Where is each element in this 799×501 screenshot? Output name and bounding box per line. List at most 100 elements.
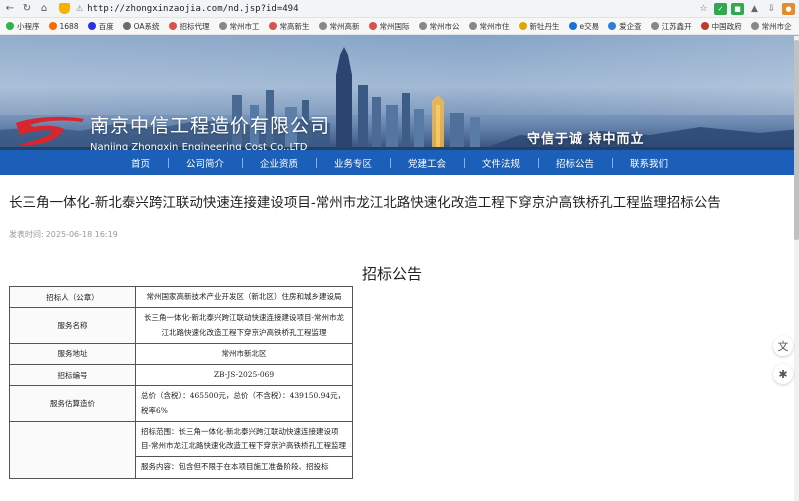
company-logo [16, 116, 84, 146]
bookmark-item[interactable]: 招标代理 [168, 21, 210, 32]
bookmark-item[interactable]: 常州市工 [218, 21, 260, 32]
nav-item[interactable]: 文件法规 [464, 156, 538, 170]
back-icon[interactable]: ← [3, 2, 17, 16]
bookmark-favicon-icon [608, 22, 617, 30]
bookmark-label: e交易 [579, 21, 600, 31]
table-row: 招标范围：长三角一体化-新北泰兴跨江联动快速连接建设项目-常州市龙江北路快速化改… [9, 420, 353, 479]
table-value-cell: 服务内容：包含但不限于在本项目施工准备阶段、招投标 [135, 456, 353, 479]
tender-info-table: 招标人（公章） 常州国家高新技术产业开发区（新北区）住房和城乡建设局 服务名称 长三角… [9, 285, 353, 479]
bookmark-favicon-icon [568, 22, 577, 30]
star-icon[interactable]: ☆ [697, 3, 710, 15]
bookmark-label: 新牡丹生 [529, 21, 560, 31]
bookmark-label: 爱企查 [619, 21, 642, 31]
bookmark-item[interactable]: 1688 [48, 21, 79, 31]
bookmark-label: 常州市工 [229, 21, 260, 31]
bookmark-favicon-icon [6, 22, 14, 30]
bookmark-favicon-icon [48, 22, 57, 30]
table-label-cell: 服务名称 [9, 307, 136, 344]
bookmark-item[interactable]: 常州国际 [368, 21, 410, 32]
table-row: 服务名称 长三角一体化-新北泰兴跨江联动快速连接建设项目-常州市龙江北路快速化改造… [9, 307, 353, 344]
side-tools: 文 ✱ [770, 336, 796, 392]
nav-item[interactable]: 企业资质 [241, 156, 316, 170]
bookmark-label: 常州市公 [429, 21, 460, 31]
bookmark-favicon-icon [168, 22, 177, 30]
nav-item[interactable]: 联系我们 [612, 156, 686, 170]
table-row: 招标编号 ZB-JS-2025-069 [9, 363, 353, 387]
bookmark-favicon-icon [368, 22, 377, 30]
table-label-cell: 服务估算造价 [9, 385, 136, 422]
bookmark-item[interactable]: 常州市住 [468, 21, 510, 32]
bookmark-item[interactable]: 小程序 [6, 21, 40, 32]
bookmark-label: OA系统 [133, 21, 160, 31]
bookmark-item[interactable]: 爱企查 [608, 21, 642, 32]
notice-heading: 招标公告 [362, 265, 423, 283]
table-row: 服务地址 常州市新北区 [9, 342, 353, 366]
table-value-cell: 招标范围：长三角一体化-新北泰兴跨江联动快速连接建设项目-常州市龙江北路快速化改… [135, 420, 353, 458]
table-value-cell: 长三角一体化-新北泰兴跨江联动快速连接建设项目-常州市龙江北路快速化改造工程下穿… [135, 307, 353, 344]
bookmark-item[interactable]: 常州市企 [750, 21, 792, 32]
info-icon[interactable]: ⚠ [76, 4, 83, 13]
bookmark-item[interactable]: OA系统 [122, 21, 160, 32]
bookmark-favicon-icon [87, 22, 96, 30]
bookmark-label: 常高新生 [279, 21, 310, 31]
nav-item[interactable]: 公司简介 [167, 156, 242, 170]
bookmark-label: 常州国际 [379, 21, 410, 31]
bookmark-favicon-icon [418, 22, 427, 30]
bookmark-label: 小程序 [17, 21, 40, 31]
nav-item[interactable]: 业务专区 [315, 156, 390, 170]
company-name-en: Nanjing Zhongxin Engineering Cost Co.,LT… [90, 142, 308, 150]
extension-square-icon[interactable]: ■ [731, 2, 744, 15]
bookmark-item[interactable]: 常州高新 [318, 21, 360, 32]
translate-icon[interactable]: 文 [773, 336, 793, 356]
article-title: 长三角一体化-新北泰兴跨江联动快速连接建设项目-常州市龙江北路快速化改造工程下穿… [9, 195, 721, 211]
table-value-cell: ZB-JS-2025-069 [135, 363, 353, 387]
table-value-cell: 常州市新北区 [135, 342, 353, 366]
nav-item[interactable]: 首页 [113, 156, 168, 170]
home-icon[interactable]: ⌂ [37, 2, 51, 16]
table-value-cell: 常州国家高新技术产业开发区（新北区）住房和城乡建设局 [135, 285, 353, 309]
bookmark-label: 常州市企 [761, 21, 792, 31]
browser-toolbar: ← ↻ ⌂ ⚠ http://zhongxinzaojia.com/nd.jsp… [0, 0, 799, 18]
security-shield-icon[interactable] [59, 3, 70, 14]
bookmark-label: 招标代理 [179, 21, 210, 31]
bookmark-item[interactable]: 百度 [87, 21, 114, 32]
profile-icon[interactable]: ● [782, 2, 795, 15]
nav-item[interactable]: 招标公告 [538, 156, 612, 170]
refresh-icon[interactable]: ↻ [20, 2, 34, 16]
table-label-cell: 服务地址 [9, 342, 136, 366]
scrollbar-thumb[interactable] [794, 40, 799, 240]
bookmark-item[interactable]: 常州市公 [418, 21, 460, 32]
bookmark-favicon-icon [318, 22, 327, 30]
bookmarks-bar: 小程序 1688 百度 OA系统 招标代理 常州市工 常高新生 常州高新 常州国际 常州市公 常州市… [0, 18, 799, 35]
publish-time-label: 发表时间: [9, 230, 44, 239]
bookmark-label: 1688 [59, 21, 79, 31]
extension-green-icon[interactable]: ✓ [714, 2, 727, 15]
bookmark-favicon-icon [218, 22, 227, 30]
bookmark-item[interactable]: 常高新生 [268, 21, 310, 32]
share-icon[interactable]: ✱ [773, 364, 793, 384]
bookmark-label: 江苏鑫开 [661, 21, 692, 31]
bookmark-favicon-icon [518, 22, 527, 30]
bookmark-item[interactable]: 中国政府 [700, 21, 742, 32]
bookmark-label: 常州高新 [329, 21, 360, 31]
table-row: 招标人（公章） 常州国家高新技术产业开发区（新北区）住房和城乡建设局 [9, 285, 353, 309]
bookmark-item[interactable]: 新牡丹生 [518, 21, 560, 32]
bookmark-item[interactable]: 江苏鑫开 [650, 21, 692, 32]
nav-item[interactable]: 党建工会 [390, 156, 464, 170]
table-label-cell: 招标人（公章） [9, 285, 136, 309]
download-icon[interactable]: ⇩ [765, 3, 778, 15]
publish-time: 发表时间: 2025-06-18 16:19 [9, 229, 118, 240]
puzzle-icon[interactable]: ▲ [748, 3, 761, 15]
slogan: 守信于诚 持中而立 [527, 132, 645, 147]
publish-time-value: 2025-06-18 16:19 [45, 230, 118, 239]
bookmark-favicon-icon [468, 22, 477, 30]
bookmark-favicon-icon [268, 22, 277, 30]
bookmark-label: 常州市住 [479, 21, 510, 31]
bookmark-label: 百度 [98, 21, 114, 31]
address-bar[interactable]: http://zhongxinzaojia.com/nd.jsp?id=494 [87, 4, 298, 14]
company-name-cn: 南京中信工程造价有限公司 [90, 115, 331, 137]
bookmark-item[interactable]: e交易 [568, 21, 600, 32]
bookmark-label: 中国政府 [711, 21, 742, 31]
main-nav: 首页 公司简介 企业资质 业务专区 党建工会 文件法规 招标公告 联系我们 [0, 150, 799, 175]
site-banner: 南京中信工程造价有限公司 Nanjing Zhongxin Engineerin… [0, 35, 799, 150]
